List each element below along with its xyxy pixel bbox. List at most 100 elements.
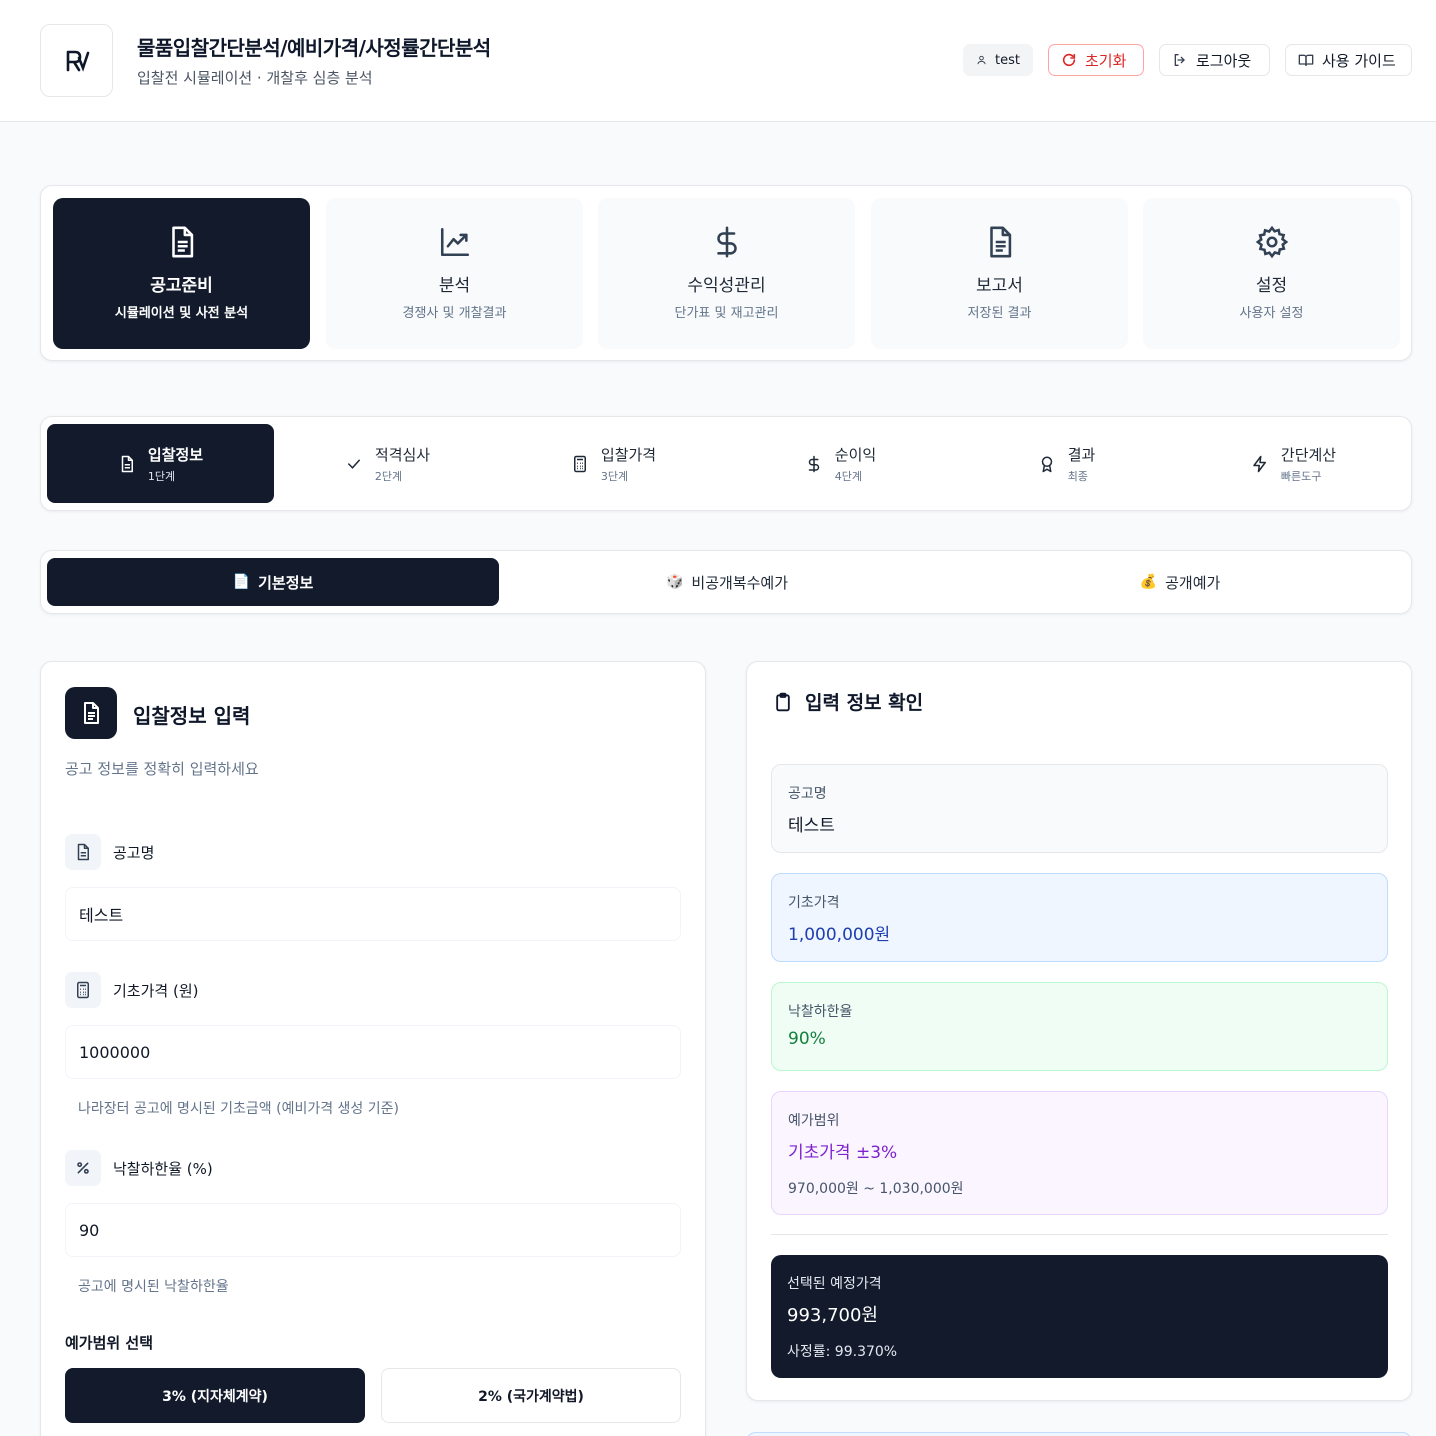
step-tab-quick-calc[interactable]: 간단계산빠른도구 xyxy=(1180,424,1407,503)
step-tab-bid-info[interactable]: 입찰정보 1단계 xyxy=(47,424,274,503)
reset-button[interactable]: 초기화 xyxy=(1048,44,1144,76)
document-icon xyxy=(77,843,89,861)
gear-icon xyxy=(1255,225,1288,259)
nav-tile-title: 보고서 xyxy=(976,276,1023,296)
summary-value: 테스트 xyxy=(788,816,835,836)
nav-tile-settings[interactable]: 설정 사용자 설정 xyxy=(1143,198,1400,349)
clipboard-icon xyxy=(776,692,790,711)
summary-value: 기초가격 ±3% xyxy=(788,1143,898,1163)
document-icon xyxy=(989,226,1011,258)
nav-tile-subtitle: 단가표 및 재고관리 xyxy=(674,306,779,321)
step-subtitle: 3단계 xyxy=(600,469,629,483)
summary-key: 낙찰하한율 xyxy=(788,1004,853,1020)
dice-icon: 🎲 xyxy=(665,574,684,590)
form-header-icon xyxy=(65,687,117,739)
form-title: 입찰정보 입력 xyxy=(133,704,251,728)
step-tab-net-profit[interactable]: 순이익 4단계 xyxy=(727,424,954,503)
summary-base-price: 기초가격 1,000,000원 xyxy=(771,873,1388,962)
sub-tab-basic-info[interactable]: 📄 기본정보 xyxy=(47,558,499,606)
field-label-text: 기초가격 (원) xyxy=(113,981,199,1000)
summary-min-rate: 낙찰하한율 90% xyxy=(771,982,1388,1071)
step-title: 입찰정보 xyxy=(147,445,204,464)
dollar-icon xyxy=(716,226,737,258)
nav-tile-title: 공고준비 xyxy=(150,276,213,296)
base-price-hint: 나라장터 공고에 명시된 기초금액 (예비가격 생성 기준) xyxy=(78,1101,399,1117)
nav-tile-analysis[interactable]: 분석 경쟁사 및 개찰결과 xyxy=(326,198,583,349)
sub-tab-label: 공개예가 xyxy=(1165,573,1221,592)
form-description: 공고 정보를 정확히 입력하세요 xyxy=(65,760,259,778)
nav-tile-title: 설정 xyxy=(1255,276,1288,296)
nav-tile-profit[interactable]: 수익성관리 단가표 및 재고관리 xyxy=(598,198,855,349)
logout-icon xyxy=(1174,54,1185,66)
min-rate-label: 낙찰하한율 (%) xyxy=(65,1150,213,1186)
zap-icon xyxy=(1253,455,1266,472)
award-icon xyxy=(1041,456,1052,472)
book-icon xyxy=(1298,54,1314,66)
nav-tile-report[interactable]: 보고서 저장된 결과 xyxy=(871,198,1128,349)
money-bag-icon: 💰 xyxy=(1139,574,1158,590)
input-summary: 입력 정보 확인 공고명 테스트 기초가격 1,000,000원 낙찰하한율 9… xyxy=(746,661,1412,1401)
field-label-text: 낙찰하한율 (%) xyxy=(113,1159,213,1178)
step-subtitle: 2단계 xyxy=(374,469,403,483)
price-range-label: 예가범위 선택 xyxy=(65,1334,154,1352)
summary-key: 선택된 예정가격 xyxy=(787,1276,882,1292)
nav-tile-prep[interactable]: 공고준비 시뮬레이션 및 사전 분석 xyxy=(53,198,310,349)
step-title: 간단계산 xyxy=(1280,445,1337,464)
step-navigation: 입찰정보 1단계 적격심사 2단계 입찰가격 3단계 순이익 4단계 결과최종 간단계산… xyxy=(40,416,1412,511)
document-icon xyxy=(121,455,133,472)
calculator-icon xyxy=(573,455,586,472)
user-badge[interactable]: test xyxy=(963,44,1033,76)
divider xyxy=(771,1234,1388,1235)
sub-tab-label: 비공개복수예가 xyxy=(691,573,789,592)
nav-tile-subtitle: 사용자 설정 xyxy=(1239,306,1304,321)
sub-tab-public-price[interactable]: 💰 공개예가 xyxy=(954,558,1406,606)
notice-name-label: 공고명 xyxy=(65,834,154,870)
summary-price-range: 예가범위 기초가격 ±3% 970,000원 ~ 1,030,000원 xyxy=(771,1091,1388,1215)
check-icon xyxy=(347,459,360,469)
step-title: 결과 xyxy=(1067,445,1096,464)
range-option-3-percent[interactable]: 3% (지자체계약) xyxy=(65,1368,365,1423)
document-icon xyxy=(171,226,193,258)
logo-icon xyxy=(66,50,89,72)
dollar-icon xyxy=(808,455,819,472)
logout-label: 로그아웃 xyxy=(1196,51,1252,70)
step-subtitle: 빠른도구 xyxy=(1280,469,1322,483)
min-rate-input[interactable]: 90 xyxy=(65,1203,681,1257)
summary-value: 993,700원 xyxy=(787,1305,878,1326)
step-title: 순이익 xyxy=(834,445,877,464)
summary-title: 입력 정보 확인 xyxy=(773,688,923,715)
step-title: 적격심사 xyxy=(374,445,431,464)
notice-name-input[interactable]: 테스트 xyxy=(65,887,681,941)
user-icon xyxy=(977,55,986,65)
chart-line-icon xyxy=(440,227,469,257)
page-icon: 📄 xyxy=(232,574,251,590)
logout-button[interactable]: 로그아웃 xyxy=(1159,44,1270,76)
summary-notice-name: 공고명 테스트 xyxy=(771,764,1388,853)
reset-label: 초기화 xyxy=(1085,51,1127,70)
step-tab-bid-price[interactable]: 입찰가격 3단계 xyxy=(500,424,727,503)
step-title: 입찰가격 xyxy=(600,445,657,464)
step-tab-result[interactable]: 결과최종 xyxy=(953,424,1180,503)
summary-assessment-rate: 사정률: 99.370% xyxy=(787,1344,898,1360)
guide-button[interactable]: 사용 가이드 xyxy=(1285,44,1412,76)
summary-key: 공고명 xyxy=(788,786,827,802)
step-subtitle: 4단계 xyxy=(834,469,863,483)
nav-tile-title: 수익성관리 xyxy=(687,276,766,296)
guide-label: 사용 가이드 xyxy=(1322,51,1396,70)
percent-icon xyxy=(77,1162,89,1174)
sub-tab-private-multi-price[interactable]: 🎲 비공개복수예가 xyxy=(501,558,953,606)
range-option-2-percent[interactable]: 2% (국가계약법) xyxy=(381,1368,681,1423)
refresh-icon xyxy=(1062,53,1076,67)
step-subtitle: 최종 xyxy=(1067,469,1088,483)
main-navigation: 공고준비 시뮬레이션 및 사전 분석 분석 경쟁사 및 개찰결과 수익성관리 단… xyxy=(40,185,1412,361)
summary-key: 예가범위 xyxy=(788,1113,840,1129)
nav-tile-subtitle: 저장된 결과 xyxy=(967,306,1032,321)
summary-key: 기초가격 xyxy=(788,895,840,911)
nav-tile-subtitle: 경쟁사 및 개찰결과 xyxy=(402,306,507,321)
user-name: test xyxy=(995,52,1020,68)
app-header: 물품입찰간단분석/예비가격/사정률간단분석 입찰전 시뮬레이션 · 개찰후 심층… xyxy=(0,0,1436,122)
step-tab-qualification[interactable]: 적격심사 2단계 xyxy=(274,424,501,503)
summary-value: 1,000,000원 xyxy=(788,925,891,945)
nav-tile-title: 분석 xyxy=(438,276,471,296)
base-price-input[interactable]: 1000000 xyxy=(65,1025,681,1079)
